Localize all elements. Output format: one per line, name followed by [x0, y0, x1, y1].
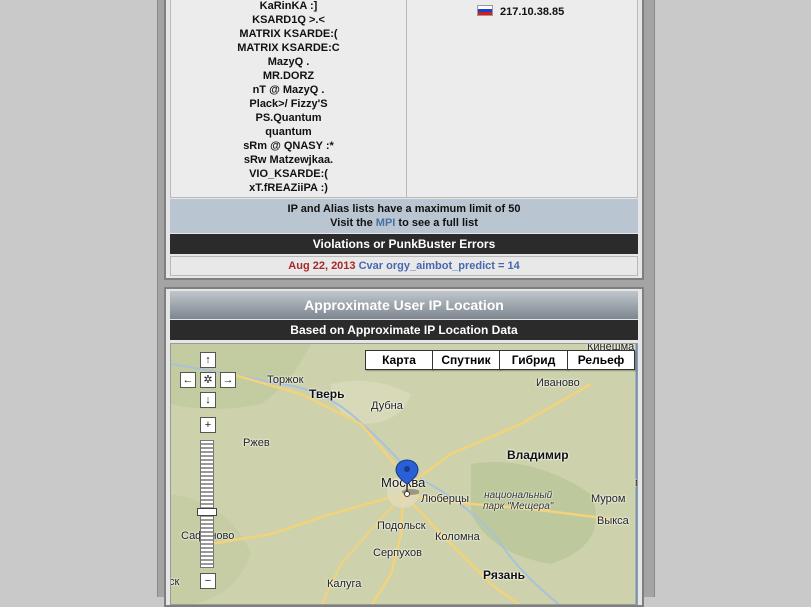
- limit-notice-suffix: to see a full list: [395, 217, 478, 229]
- map-type-sputnik[interactable]: Спутник: [432, 350, 500, 370]
- location-marker-icon[interactable]: [395, 458, 419, 498]
- limit-notice: IP and Alias lists have a maximum limit …: [170, 199, 638, 233]
- alias-column: KaRinKA :] KSARD1Q >.< MATRIX KSARDE:( MATR…: [171, 0, 407, 197]
- violation-row: Aug 22, 2013 Cvar orgy_aimbot_predict = …: [170, 256, 638, 276]
- alias-item: nT @ MazyQ .: [252, 84, 325, 96]
- map-label-serpukhov: Серпухов: [373, 547, 422, 559]
- alias-item: KaRinKA :]: [259, 0, 318, 12]
- page-column: KaRinKA :] KSARD1Q >.< MATRIX KSARDE:( MATR…: [157, 0, 655, 607]
- map-label-tver: Тверь: [309, 387, 345, 401]
- alias-ip-table: KaRinKA :] KSARD1Q >.< MATRIX KSARDE:( MATR…: [170, 0, 638, 198]
- map-view[interactable]: Кинешма Торжок Тверь Иваново Дубна Ржев …: [170, 343, 638, 605]
- map-type-bar: Карта Спутник Гибрид Рельеф: [365, 350, 635, 370]
- map-label-murom: Муром: [591, 493, 626, 505]
- violation-date: Aug 22, 2013: [288, 260, 356, 272]
- alias-item: sRm @ QNASY :*: [243, 140, 334, 152]
- ip-location-panel: Approximate User IP Location Based on Ap…: [164, 287, 644, 607]
- pan-up-icon[interactable]: ↑: [200, 352, 216, 368]
- alias-item: Plack>/ Fizzy'S: [249, 98, 328, 110]
- alias-item: KSARD1Q >.<: [252, 14, 325, 26]
- alias-item: MATRIX KSARDE:(: [239, 28, 338, 40]
- map-label-edge-right: г: [635, 477, 637, 489]
- map-label-ryazan: Рязань: [483, 568, 525, 582]
- violation-text[interactable]: Cvar orgy_aimbot_predict = 14: [359, 260, 520, 272]
- pan-down-icon[interactable]: ↓: [200, 392, 216, 408]
- map-label-lyubertsy: Люберцы: [421, 493, 470, 505]
- ip-row: 217.10.38.85: [477, 5, 564, 19]
- map-label-kolomna: Коломна: [435, 531, 480, 543]
- alias-item: MR.DORZ: [262, 70, 315, 82]
- zoom-slider[interactable]: [200, 440, 214, 568]
- limit-notice-line2: Visit the MPI to see a full list: [170, 216, 638, 230]
- zoom-in-icon[interactable]: +: [200, 417, 216, 433]
- map-label-ivanovo: Иваново: [536, 377, 580, 389]
- location-subtitle: Based on Approximate IP Location Data: [170, 320, 638, 340]
- map-label-vladimir: Владимир: [507, 448, 569, 462]
- map-label-kaluga: Калуга: [327, 578, 362, 590]
- map-label-torzhok: Торжок: [267, 374, 304, 386]
- alias-list: KaRinKA :] KSARD1Q >.< MATRIX KSARDE:( MATR…: [171, 0, 406, 195]
- limit-notice-line1: IP and Alias lists have a maximum limit …: [287, 203, 521, 215]
- alias-item: VIO_KSARDE:(: [249, 168, 328, 180]
- violations-title: Violations or PunkBuster Errors: [170, 234, 638, 254]
- pan-left-icon[interactable]: ←: [180, 372, 196, 388]
- mpi-link[interactable]: MPI: [376, 217, 396, 229]
- pan-right-icon[interactable]: →: [220, 372, 236, 388]
- ip-column: 217.10.38.85: [407, 0, 638, 197]
- map-label-dubna: Дубна: [371, 400, 403, 412]
- map-type-karta[interactable]: Карта: [365, 350, 433, 370]
- zoom-slider-thumb[interactable]: [197, 508, 217, 516]
- pan-center-icon[interactable]: ✲: [200, 372, 216, 388]
- location-title: Approximate User IP Location: [170, 291, 638, 319]
- map-type-relef[interactable]: Рельеф: [567, 350, 635, 370]
- player-info-panel: KaRinKA :] KSARD1Q >.< MATRIX KSARDE:( MATR…: [164, 0, 644, 280]
- alias-item: MazyQ .: [267, 56, 310, 68]
- limit-notice-prefix: Visit the: [330, 217, 376, 229]
- map-label-edge-left: ск: [170, 576, 180, 588]
- map-label-rzhev: Ржев: [243, 437, 270, 449]
- ip-address: 217.10.38.85: [500, 6, 565, 18]
- alias-item: xT.fREAZiiPA :): [249, 182, 328, 194]
- alias-item: PS.Quantum: [255, 112, 322, 124]
- alias-item: MATRIX KSARDE:C: [237, 42, 340, 54]
- zoom-out-icon[interactable]: −: [200, 573, 216, 589]
- map-type-gibrid[interactable]: Гибрид: [499, 350, 568, 370]
- map-label-vyksa: Выкса: [597, 515, 629, 527]
- map-label-park: национальный парк "Мещера": [483, 490, 554, 512]
- russia-flag-icon: [477, 5, 493, 16]
- alias-item: quantum: [265, 126, 312, 138]
- alias-item: sRw Matzewjkaa.: [243, 154, 334, 166]
- map-label-podolsk: Подольск: [377, 520, 426, 532]
